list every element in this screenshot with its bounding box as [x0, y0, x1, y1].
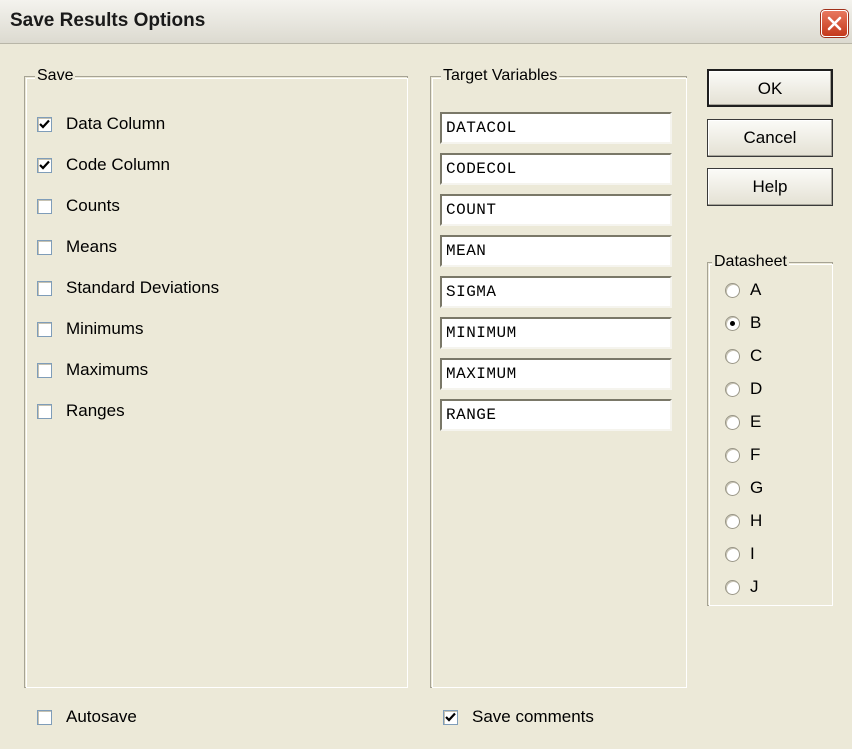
radio-label: E [750, 412, 762, 431]
checkbox-label: Data Column [66, 114, 166, 133]
target-variable-input[interactable]: DATACOL [440, 112, 672, 144]
radio-button[interactable] [725, 381, 740, 397]
checkbox-label: Minimums [66, 319, 144, 338]
datasheet-radio-g[interactable]: G [725, 477, 763, 499]
radio-selected-dot [730, 320, 735, 326]
target-variables-group-label: Target Variables [441, 66, 560, 86]
radio-button[interactable] [725, 546, 740, 562]
datasheet-radio-c[interactable]: C [725, 345, 762, 367]
radio-label: H [750, 511, 763, 530]
radio-button[interactable] [725, 579, 740, 595]
checkbox-box[interactable] [37, 116, 52, 132]
checkmark-icon [39, 119, 50, 129]
datasheet-radio-i[interactable]: I [725, 543, 755, 565]
close-icon [827, 16, 842, 31]
checkbox-data-column[interactable]: Data Column [37, 113, 165, 135]
checkbox-label: Maximums [66, 360, 149, 379]
radio-label: F [750, 445, 761, 464]
target-variable-input[interactable]: MEAN [440, 235, 672, 267]
checkbox-means[interactable]: Means [37, 236, 117, 258]
datasheet-radio-a[interactable]: A [725, 279, 761, 301]
autosave-box[interactable] [37, 709, 52, 725]
checkbox-box[interactable] [37, 280, 52, 296]
checkmark-icon [39, 160, 50, 170]
datasheet-radio-j[interactable]: J [725, 576, 759, 598]
dialog-title: Save Results Options [10, 10, 206, 31]
datasheet-radio-b[interactable]: B [725, 312, 761, 334]
radio-button[interactable] [725, 348, 740, 364]
save-comments-box[interactable] [443, 709, 458, 725]
radio-button[interactable] [725, 315, 740, 331]
checkbox-counts[interactable]: Counts [37, 195, 120, 217]
radio-label: G [750, 478, 764, 497]
close-button[interactable] [821, 10, 848, 37]
target-variable-input[interactable]: SIGMA [440, 276, 672, 308]
checkbox-minimums[interactable]: Minimums [37, 318, 143, 340]
save-group-label: Save [35, 66, 76, 86]
checkmark-icon [445, 712, 456, 722]
datasheet-radio-d[interactable]: D [725, 378, 762, 400]
radio-label: B [750, 313, 762, 332]
target-variable-input[interactable]: RANGE [440, 399, 672, 431]
target-variable-value: COUNT [446, 201, 497, 219]
target-variable-value: MEAN [446, 242, 487, 260]
target-variable-value: RANGE [446, 406, 497, 424]
target-variable-value: MAXIMUM [446, 365, 517, 383]
radio-button[interactable] [725, 282, 740, 298]
target-variable-input[interactable]: CODECOL [440, 153, 672, 185]
checkbox-code-column[interactable]: Code Column [37, 154, 170, 176]
checkbox-maximums[interactable]: Maximums [37, 359, 148, 381]
checkbox-box[interactable] [37, 198, 52, 214]
radio-button[interactable] [725, 447, 740, 463]
help-button[interactable]: Help [707, 168, 833, 206]
radio-button[interactable] [725, 480, 740, 496]
checkbox-ranges[interactable]: Ranges [37, 400, 125, 422]
radio-label: C [750, 346, 763, 365]
target-variable-value: MINIMUM [446, 324, 517, 342]
checkbox-label: Code Column [66, 155, 170, 174]
ok-button[interactable]: OK [707, 69, 833, 107]
checkbox-box[interactable] [37, 239, 52, 255]
target-variable-input[interactable]: MAXIMUM [440, 358, 672, 390]
checkbox-label: Counts [66, 196, 120, 215]
autosave-checkbox[interactable]: Autosave [37, 706, 137, 728]
radio-label: I [750, 544, 755, 563]
checkbox-standard-deviations[interactable]: Standard Deviations [37, 277, 219, 299]
datasheet-radio-f[interactable]: F [725, 444, 760, 466]
autosave-label: Autosave [66, 707, 137, 726]
checkbox-box[interactable] [37, 403, 52, 419]
target-variable-value: SIGMA [446, 283, 497, 301]
save-comments-label: Save comments [472, 707, 594, 726]
radio-label: J [750, 577, 759, 596]
checkbox-box[interactable] [37, 157, 52, 173]
datasheet-radio-e[interactable]: E [725, 411, 761, 433]
save-comments-checkbox[interactable]: Save comments [443, 706, 594, 728]
target-variable-input[interactable]: COUNT [440, 194, 672, 226]
checkbox-label: Ranges [66, 401, 125, 420]
radio-button[interactable] [725, 414, 740, 430]
checkbox-label: Means [66, 237, 118, 256]
checkbox-box[interactable] [37, 321, 52, 337]
cancel-button[interactable]: Cancel [707, 119, 833, 157]
radio-label: D [750, 379, 763, 398]
checkbox-box[interactable] [37, 362, 52, 378]
datasheet-group-label: Datasheet [712, 252, 789, 272]
target-variable-input[interactable]: MINIMUM [440, 317, 672, 349]
checkbox-label: Standard Deviations [66, 278, 220, 297]
target-variable-value: CODECOL [446, 160, 517, 178]
title-bar: Save Results Options [0, 0, 852, 44]
radio-button[interactable] [725, 513, 740, 529]
target-variable-value: DATACOL [446, 119, 517, 137]
datasheet-radio-h[interactable]: H [725, 510, 762, 532]
radio-label: A [750, 280, 762, 299]
